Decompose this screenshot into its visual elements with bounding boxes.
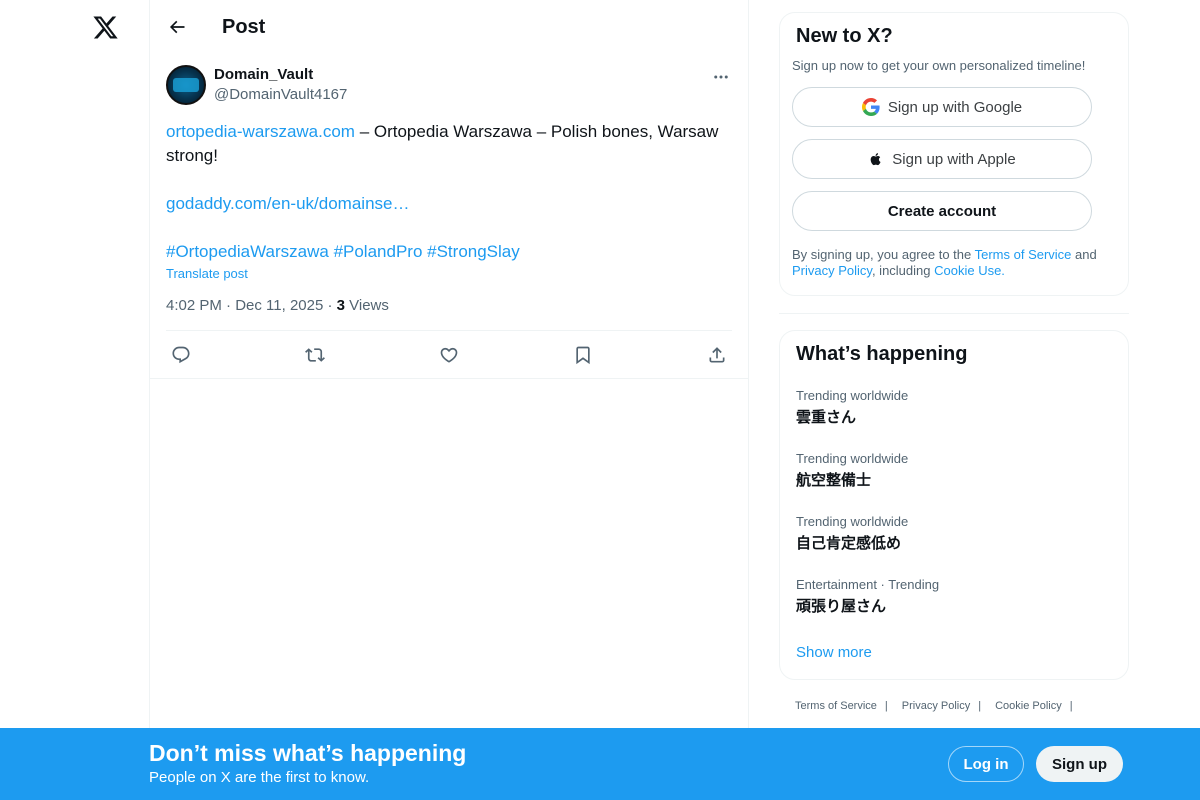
trend-item[interactable]: Trending worldwide 自己肯定感低め (796, 514, 1112, 555)
right-sidebar: New to X? Sign up now to get your own pe… (779, 12, 1129, 712)
signup-title: New to X? (796, 25, 893, 47)
left-navigation (0, 0, 150, 800)
bookmark-icon[interactable] (572, 344, 594, 366)
signup-legal-text: By signing up, you agree to the Terms of… (792, 247, 1116, 279)
signup-apple-button[interactable]: Sign up with Apple (792, 139, 1092, 179)
show-more-link[interactable]: Show more (796, 644, 1112, 661)
trend-context: Trending worldwide (796, 451, 909, 466)
trend-name: 雲重さん (796, 409, 857, 426)
hashtag-polandpro[interactable]: #PolandPro (334, 242, 423, 261)
author-names: Domain_Vault @DomainVault4167 (214, 65, 347, 105)
author-display-name[interactable]: Domain_Vault (214, 65, 347, 85)
footer-separator: | (884, 700, 888, 712)
trend-item[interactable]: Entertainment · Trending 頑張り屋さん (796, 577, 1112, 618)
signup-google-label: Sign up with Google (887, 98, 1023, 116)
trend-name: 自己肯定感低め (796, 535, 902, 552)
google-icon (861, 98, 880, 116)
post-link-godaddy[interactable]: godaddy.com/en-uk/domainse… (166, 194, 410, 213)
login-button[interactable]: Log in (948, 746, 1024, 782)
bottom-signup-bar: Don’t miss what’s happening People on X … (0, 728, 1200, 800)
hashtag-ortopedia[interactable]: #OrtopediaWarszawa (166, 242, 329, 261)
signup-google-button[interactable]: Sign up with Google (792, 87, 1092, 127)
post-text: ortopedia-warszawa.com – Ortopedia Warsz… (166, 120, 732, 264)
trend-context: Trending worldwide (796, 514, 909, 529)
trend-name: 頑張り屋さん (796, 598, 887, 615)
legal-text-2: and (1071, 247, 1097, 262)
footer-cookie-link[interactable]: Cookie Policy (995, 700, 1062, 712)
footer-separator: | (1069, 700, 1073, 712)
views-label: Views (344, 297, 389, 314)
hashtag-strongslay[interactable]: #StrongSlay (427, 242, 520, 261)
repost-icon[interactable] (304, 344, 326, 366)
signup-button[interactable]: Sign up (1036, 746, 1123, 782)
legal-text-3: , including (871, 263, 935, 278)
share-icon[interactable] (706, 344, 728, 366)
trend-item[interactable]: Trending worldwide 雲重さん (796, 388, 1112, 429)
footer-separator: | (978, 700, 982, 712)
create-account-label: Create account (887, 202, 997, 220)
x-logo-icon[interactable] (90, 12, 120, 42)
page-header: Post (150, 0, 748, 54)
author-handle[interactable]: @DomainVault4167 (214, 85, 347, 105)
trends-card: What’s happening Trending worldwide 雲重さん… (779, 330, 1129, 680)
post-link-domain[interactable]: ortopedia-warszawa.com (166, 122, 355, 141)
back-arrow-icon[interactable] (166, 16, 188, 38)
post-actions (150, 331, 748, 379)
signup-subtitle: Sign up now to get your own personalized… (792, 58, 1086, 73)
post-meta: 4:02 PM · Dec 11, 2025 · 3 Views (166, 297, 732, 331)
apple-icon (870, 153, 881, 166)
footer-terms-link[interactable]: Terms of Service (795, 700, 877, 712)
legal-text-1: By signing up, you agree to the (792, 247, 975, 262)
trend-context: Entertainment · Trending (796, 577, 940, 592)
trends-title: What’s happening (796, 343, 968, 365)
create-account-button[interactable]: Create account (792, 191, 1092, 231)
translate-post-link[interactable]: Translate post (166, 266, 732, 281)
main-column: Post Domain_Vault @DomainVault4167 ortop… (150, 0, 749, 800)
more-options-icon[interactable] (710, 66, 732, 88)
privacy-link[interactable]: Privacy Policy (792, 263, 872, 278)
trend-item[interactable]: Trending worldwide 航空整備士 (796, 451, 1112, 492)
signup-card: New to X? Sign up now to get your own pe… (779, 12, 1129, 296)
trend-name: 航空整備士 (796, 472, 872, 489)
views-count: 3 (336, 297, 345, 314)
bottom-bar-title: Don’t miss what’s happening (149, 740, 467, 766)
like-icon[interactable] (438, 344, 460, 366)
signup-apple-label: Sign up with Apple (892, 150, 1016, 168)
post-detail: Domain_Vault @DomainVault4167 ortopedia-… (150, 54, 748, 379)
author-row: Domain_Vault @DomainVault4167 (166, 64, 732, 106)
terms-link[interactable]: Terms of Service (975, 247, 1072, 262)
trend-context: Trending worldwide (796, 388, 909, 403)
post-timestamp[interactable]: 4:02 PM · Dec 11, 2025 · (166, 297, 337, 314)
footer-links: Terms of Service | Privacy Policy | Cookie… (779, 700, 1129, 712)
reply-icon[interactable] (170, 344, 192, 366)
cookie-use-link[interactable]: Cookie Use. (934, 263, 1005, 278)
sidebar-divider (779, 313, 1129, 314)
bottom-bar-subtitle: People on X are the first to know. (149, 769, 370, 786)
avatar[interactable] (166, 65, 206, 105)
page-title: Post (222, 15, 266, 38)
footer-privacy-link[interactable]: Privacy Policy (902, 700, 970, 712)
